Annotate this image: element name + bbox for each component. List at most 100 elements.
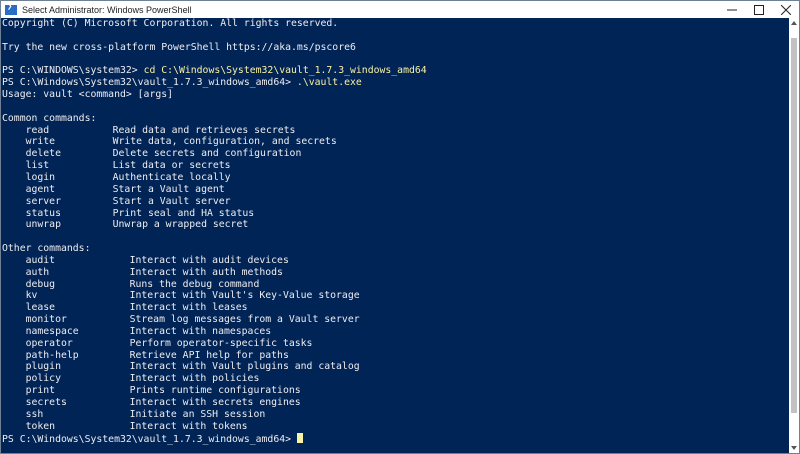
- scroll-up-button[interactable]: [789, 18, 799, 28]
- other-commands-list: audit Interact with audit devices auth Int…: [2, 255, 789, 433]
- command-name: agent: [25, 183, 56, 195]
- command-description: Runs the debug command: [129, 278, 260, 290]
- command-description: Delete secrets and configuration: [112, 148, 302, 160]
- command-description: Interact with leases: [129, 302, 248, 314]
- command-name: path-help: [25, 349, 79, 361]
- command-name: secrets: [25, 397, 67, 408]
- scroll-down-button[interactable]: [789, 443, 799, 453]
- common-commands-header: Common commands:: [2, 112, 97, 124]
- terminal-output[interactable]: Copyright (C) Microsoft Corporation. All…: [2, 18, 789, 453]
- command-description: Interact with secrets engines: [129, 397, 301, 408]
- powershell-icon[interactable]: ❯: [5, 1, 17, 15]
- command-row: read Read data and retrieves secrets: [2, 125, 789, 137]
- prompt: PS C:\Windows\System32\vault_1.7.3_windo…: [2, 77, 297, 89]
- command-description: Interact with policies: [129, 373, 260, 385]
- command-description: Interact with tokens: [129, 420, 248, 432]
- window-title: Select Administrator: Windows PowerShell: [22, 4, 192, 15]
- command-description: Interact with Vault plugins and catalog: [129, 361, 360, 373]
- command-description: Interact with Vault's Key-Value storage: [129, 290, 360, 302]
- command-row: status Print seal and HA status: [2, 208, 789, 220]
- command-name: kv: [25, 290, 38, 302]
- try-powershell-line: Try the new cross-platform PowerShell ht…: [2, 41, 356, 53]
- maximize-button[interactable]: [745, 1, 772, 18]
- command-row: list List data or secrets: [2, 160, 789, 172]
- command-name: namespace: [25, 325, 79, 337]
- command-row: login Authenticate locally: [2, 172, 789, 184]
- command-name: debug: [25, 278, 56, 290]
- command-row: debug Runs the debug command: [2, 279, 789, 291]
- powershell-icon-glyph: ❯: [7, 1, 13, 12]
- command-description: Unwrap a wrapped secret: [112, 219, 249, 231]
- command-description: Read data and retrieves secrets: [112, 124, 296, 136]
- command-description: Retrieve API help for paths: [129, 349, 289, 361]
- command-name: operator: [25, 337, 73, 349]
- command-name: auth: [25, 266, 50, 278]
- command-row: unwrap Unwrap a wrapped secret: [2, 219, 789, 231]
- command-name: list: [25, 160, 50, 172]
- command-name: delete: [25, 148, 61, 160]
- command-line-vault: PS C:\Windows\System32\vault_1.7.3_windo…: [2, 77, 789, 89]
- prompt: PS C:\WINDOWS\system32>: [2, 65, 144, 77]
- command-description: Write data, configuration, and secrets: [112, 136, 337, 148]
- command-description: Start a Vault server: [112, 195, 231, 207]
- usage-line: Usage: vault <command> [args]: [2, 89, 174, 101]
- command-row: plugin Interact with Vault plugins and ca…: [2, 361, 789, 373]
- current-prompt-line[interactable]: PS C:\Windows\System32\vault_1.7.3_windo…: [2, 432, 789, 445]
- command-row: audit Interact with audit devices: [2, 255, 789, 267]
- prompt: PS C:\Windows\System32\vault_1.7.3_windo…: [2, 433, 297, 445]
- title-bar[interactable]: ❯ Select Administrator: Windows PowerShe…: [1, 1, 799, 18]
- command-name: status: [25, 207, 61, 219]
- scrollbar-thumb[interactable]: [791, 38, 797, 413]
- command-name: ssh: [25, 408, 44, 420]
- command-name: token: [25, 420, 56, 432]
- command-row: agent Start a Vault agent: [2, 184, 789, 196]
- command-row: ssh Initiate an SSH session: [2, 409, 789, 421]
- command-name: write: [25, 136, 56, 148]
- command-name: plugin: [25, 361, 61, 373]
- vertical-scrollbar[interactable]: [789, 18, 799, 453]
- command-description: Authenticate locally: [112, 171, 231, 183]
- command-row: token Interact with tokens: [2, 421, 789, 433]
- command-row: path-help Retrieve API help for paths: [2, 350, 789, 362]
- command-name: unwrap: [25, 219, 61, 231]
- minimize-button[interactable]: [718, 1, 745, 18]
- command-row: server Start a Vault server: [2, 196, 789, 208]
- copyright-line: Copyright (C) Microsoft Corporation. All…: [2, 18, 339, 29]
- command-description: Interact with auth methods: [129, 266, 283, 278]
- chevron-up-icon: [791, 21, 797, 25]
- command-description: Start a Vault agent: [112, 183, 225, 195]
- command-row: monitor Stream log messages from a Vault …: [2, 314, 789, 326]
- other-commands-header: Other commands:: [2, 243, 91, 255]
- command-description: Interact with namespaces: [129, 325, 272, 337]
- command-name: monitor: [25, 314, 67, 326]
- command-line-cd: PS C:\WINDOWS\system32> cd C:\Windows\Sy…: [2, 65, 789, 77]
- command-name: read: [25, 124, 50, 136]
- close-button[interactable]: [772, 1, 799, 18]
- typed-command: .\vault.exe: [296, 77, 362, 89]
- command-name: audit: [25, 254, 56, 266]
- command-row: write Write data, configuration, and secr…: [2, 136, 789, 148]
- maximize-icon: [753, 4, 764, 15]
- command-description: List data or secrets: [112, 160, 231, 172]
- typed-command: cd C:\Windows\System32\vault_1.7.3_windo…: [143, 65, 427, 77]
- command-row: namespace Interact with namespaces: [2, 326, 789, 338]
